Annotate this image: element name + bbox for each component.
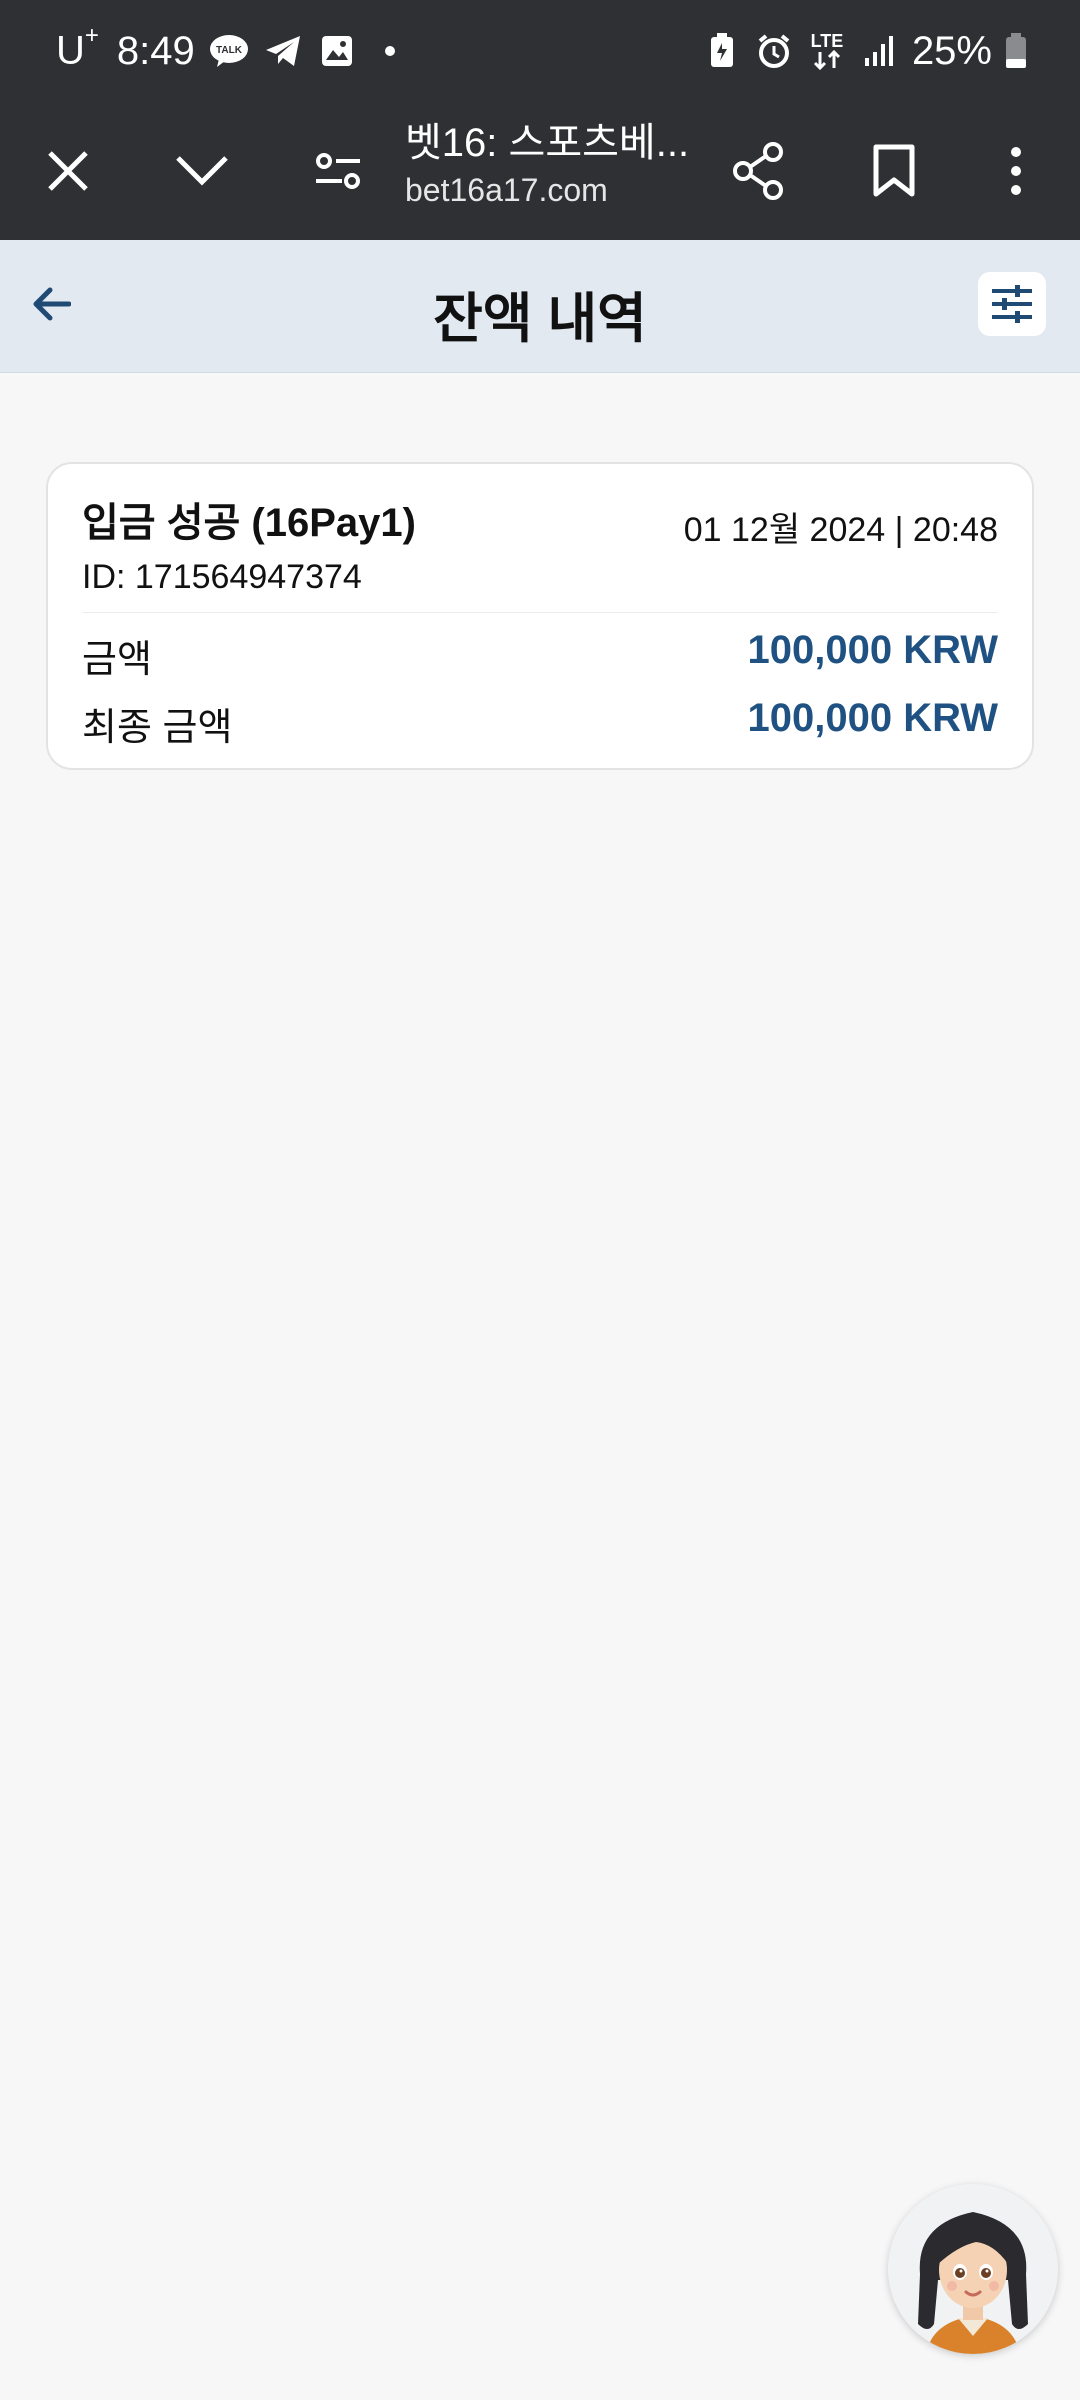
page-title: 잔액 내역 (433, 289, 647, 349)
battery-saver-icon (702, 31, 742, 71)
carrier-label: U+ (56, 22, 99, 73)
browser-toolbar: 벳16: 스포츠베... bet16a17.com (0, 102, 1080, 240)
alarm-icon (754, 31, 794, 71)
amount-label: 금액 (82, 639, 152, 681)
tune-icon (316, 153, 360, 189)
bookmark-button[interactable] (844, 102, 944, 240)
status-bar: U+ 8:49 TALK LTE 25% (0, 0, 1080, 102)
filter-button[interactable] (978, 272, 1046, 336)
close-tab-button[interactable] (18, 102, 118, 240)
network-type-label: LTE (810, 31, 844, 51)
gallery-icon (317, 31, 357, 71)
transaction-id: ID: 171564947374 (82, 558, 362, 596)
close-icon (48, 151, 88, 191)
notification-dot-icon (384, 46, 395, 56)
chevron-down-icon (176, 156, 228, 186)
transaction-title: 입금 성공 (16Pay1) (82, 501, 416, 545)
amount-value: 100,000 KRW (747, 628, 998, 672)
final-amount-label: 최종 금액 (82, 707, 233, 749)
site-title: 벳16: 스포츠베... (405, 121, 690, 165)
sliders-icon (992, 285, 1032, 323)
more-options-button[interactable] (966, 102, 1066, 240)
battery-icon (1004, 31, 1028, 71)
more-vertical-icon (1011, 147, 1021, 195)
support-chat-avatar-button[interactable] (888, 2184, 1058, 2354)
status-time: 8:49 (116, 28, 195, 73)
site-url[interactable]: bet16a17.com (405, 172, 608, 209)
svg-text:TALK: TALK (216, 45, 243, 56)
share-icon (733, 142, 783, 200)
transaction-date: 01 12월 2024 | 20:48 (683, 511, 998, 549)
kakaotalk-icon: TALK (209, 31, 249, 71)
signal-icon (860, 31, 900, 71)
bookmark-icon (873, 144, 915, 197)
collapse-button[interactable] (152, 102, 252, 240)
app-header: 잔액 내역 (0, 240, 1080, 373)
site-settings-button[interactable] (288, 102, 388, 240)
status-right: LTE 25% (702, 24, 1028, 78)
lte-icon: LTE (806, 31, 848, 71)
transaction-card[interactable]: 입금 성공 (16Pay1) 01 12월 2024 | 20:48 ID: 1… (46, 462, 1034, 770)
status-left: U+ 8:49 TALK (56, 22, 395, 78)
final-amount-value: 100,000 KRW (747, 696, 998, 740)
battery-percent: 25% (911, 28, 992, 73)
telegram-icon (263, 31, 303, 71)
divider (82, 612, 998, 613)
assistant-avatar-icon (888, 2184, 1058, 2354)
share-button[interactable] (708, 102, 808, 240)
